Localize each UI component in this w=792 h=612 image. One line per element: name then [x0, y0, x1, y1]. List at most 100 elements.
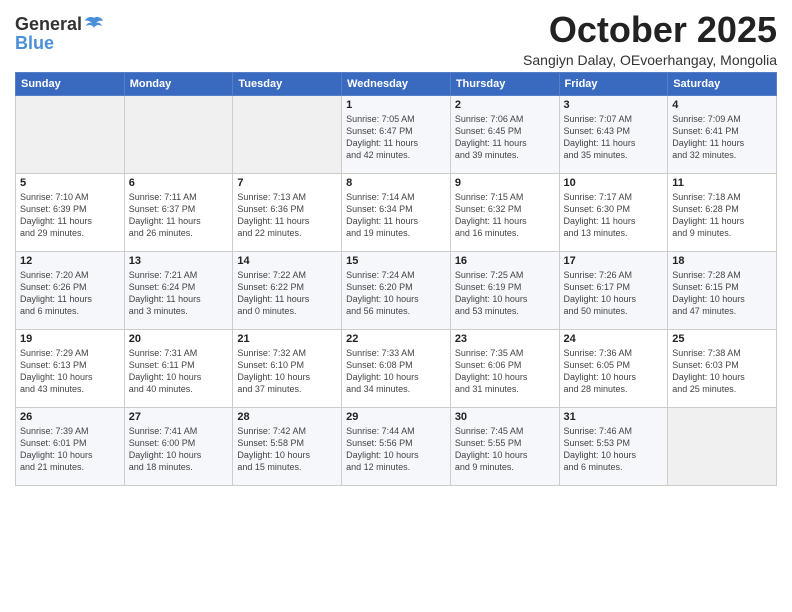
day-info: Sunrise: 7:29 AM Sunset: 6:13 PM Dayligh…: [20, 347, 120, 396]
calendar-cell: 21 Sunrise: 7:32 AM Sunset: 6:10 PM Dayli…: [233, 329, 342, 407]
day-number: 16: [455, 255, 555, 267]
day-info: Sunrise: 7:15 AM Sunset: 6:32 PM Dayligh…: [455, 191, 555, 240]
calendar-cell: 16 Sunrise: 7:25 AM Sunset: 6:19 PM Dayli…: [450, 251, 559, 329]
calendar-cell: [233, 95, 342, 173]
day-info: Sunrise: 7:32 AM Sunset: 6:10 PM Dayligh…: [237, 347, 337, 396]
weekday-header: Friday: [559, 72, 668, 95]
day-number: 14: [237, 255, 337, 267]
day-number: 12: [20, 255, 120, 267]
calendar-cell: 1 Sunrise: 7:05 AM Sunset: 6:47 PM Daylig…: [342, 95, 451, 173]
calendar-week-row: 26 Sunrise: 7:39 AM Sunset: 6:01 PM Dayli…: [16, 407, 777, 485]
day-info: Sunrise: 7:28 AM Sunset: 6:15 PM Dayligh…: [672, 269, 772, 318]
calendar-cell: [668, 407, 777, 485]
calendar-cell: 7 Sunrise: 7:13 AM Sunset: 6:36 PM Daylig…: [233, 173, 342, 251]
day-info: Sunrise: 7:42 AM Sunset: 5:58 PM Dayligh…: [237, 425, 337, 474]
calendar-cell: 29 Sunrise: 7:44 AM Sunset: 5:56 PM Dayli…: [342, 407, 451, 485]
day-number: 22: [346, 333, 446, 345]
calendar-cell: 3 Sunrise: 7:07 AM Sunset: 6:43 PM Daylig…: [559, 95, 668, 173]
day-info: Sunrise: 7:20 AM Sunset: 6:26 PM Dayligh…: [20, 269, 120, 318]
calendar-cell: 8Sunrise: 7:14 AM Sunset: 6:34 PM Daylig…: [342, 173, 451, 251]
day-number: 1: [346, 99, 446, 111]
weekday-header-row: SundayMondayTuesdayWednesdayThursdayFrid…: [16, 72, 777, 95]
calendar-cell: 28 Sunrise: 7:42 AM Sunset: 5:58 PM Dayli…: [233, 407, 342, 485]
day-number: 17: [564, 255, 664, 267]
calendar-cell: 18Sunrise: 7:28 AM Sunset: 6:15 PM Dayli…: [668, 251, 777, 329]
day-number: 27: [129, 411, 229, 423]
day-number: 15: [346, 255, 446, 267]
weekday-header: Tuesday: [233, 72, 342, 95]
day-info: Sunrise: 7:22 AM Sunset: 6:22 PM Dayligh…: [237, 269, 337, 318]
day-info: Sunrise: 7:35 AM Sunset: 6:06 PM Dayligh…: [455, 347, 555, 396]
weekday-header: Wednesday: [342, 72, 451, 95]
day-info: Sunrise: 7:13 AM Sunset: 6:36 PM Dayligh…: [237, 191, 337, 240]
calendar-cell: 20Sunrise: 7:31 AM Sunset: 6:11 PM Dayli…: [124, 329, 233, 407]
day-number: 23: [455, 333, 555, 345]
calendar-cell: 17 Sunrise: 7:26 AM Sunset: 6:17 PM Dayli…: [559, 251, 668, 329]
day-info: Sunrise: 7:18 AM Sunset: 6:28 PM Dayligh…: [672, 191, 772, 240]
day-info: Sunrise: 7:44 AM Sunset: 5:56 PM Dayligh…: [346, 425, 446, 474]
weekday-header: Sunday: [16, 72, 125, 95]
day-number: 29: [346, 411, 446, 423]
calendar-cell: 12 Sunrise: 7:20 AM Sunset: 6:26 PM Dayli…: [16, 251, 125, 329]
day-info: Sunrise: 7:24 AM Sunset: 6:20 PM Dayligh…: [346, 269, 446, 318]
location-subtitle: Sangiyn Dalay, OEvoerhangay, Mongolia: [523, 52, 777, 68]
day-number: 26: [20, 411, 120, 423]
calendar-cell: 14 Sunrise: 7:22 AM Sunset: 6:22 PM Dayli…: [233, 251, 342, 329]
calendar-cell: 25Sunrise: 7:38 AM Sunset: 6:03 PM Dayli…: [668, 329, 777, 407]
day-info: Sunrise: 7:46 AM Sunset: 5:53 PM Dayligh…: [564, 425, 664, 474]
day-info: Sunrise: 7:31 AM Sunset: 6:11 PM Dayligh…: [129, 347, 229, 396]
day-info: Sunrise: 7:07 AM Sunset: 6:43 PM Dayligh…: [564, 113, 664, 162]
calendar-cell: 24Sunrise: 7:36 AM Sunset: 6:05 PM Dayli…: [559, 329, 668, 407]
day-info: Sunrise: 7:26 AM Sunset: 6:17 PM Dayligh…: [564, 269, 664, 318]
day-info: Sunrise: 7:09 AM Sunset: 6:41 PM Dayligh…: [672, 113, 772, 162]
day-number: 21: [237, 333, 337, 345]
logo-general: General: [15, 14, 82, 35]
day-info: Sunrise: 7:38 AM Sunset: 6:03 PM Dayligh…: [672, 347, 772, 396]
day-info: Sunrise: 7:14 AM Sunset: 6:34 PM Dayligh…: [346, 191, 446, 240]
calendar-week-row: 12 Sunrise: 7:20 AM Sunset: 6:26 PM Dayli…: [16, 251, 777, 329]
calendar-cell: 26 Sunrise: 7:39 AM Sunset: 6:01 PM Dayli…: [16, 407, 125, 485]
day-number: 24: [564, 333, 664, 345]
day-number: 28: [237, 411, 337, 423]
calendar-week-row: 19 Sunrise: 7:29 AM Sunset: 6:13 PM Dayli…: [16, 329, 777, 407]
day-number: 6: [129, 177, 229, 189]
day-number: 9: [455, 177, 555, 189]
day-info: Sunrise: 7:11 AM Sunset: 6:37 PM Dayligh…: [129, 191, 229, 240]
calendar-table: SundayMondayTuesdayWednesdayThursdayFrid…: [15, 72, 777, 486]
header: General Blue October 2025 Sangiyn Dalay,…: [15, 10, 777, 68]
day-number: 30: [455, 411, 555, 423]
day-info: Sunrise: 7:05 AM Sunset: 6:47 PM Dayligh…: [346, 113, 446, 162]
calendar-cell: 11Sunrise: 7:18 AM Sunset: 6:28 PM Dayli…: [668, 173, 777, 251]
calendar-cell: 4Sunrise: 7:09 AM Sunset: 6:41 PM Daylig…: [668, 95, 777, 173]
calendar-week-row: 5Sunrise: 7:10 AM Sunset: 6:39 PM Daylig…: [16, 173, 777, 251]
calendar-cell: 23 Sunrise: 7:35 AM Sunset: 6:06 PM Dayli…: [450, 329, 559, 407]
weekday-header: Thursday: [450, 72, 559, 95]
weekday-header: Saturday: [668, 72, 777, 95]
day-info: Sunrise: 7:45 AM Sunset: 5:55 PM Dayligh…: [455, 425, 555, 474]
calendar-cell: 9 Sunrise: 7:15 AM Sunset: 6:32 PM Daylig…: [450, 173, 559, 251]
page-container: General Blue October 2025 Sangiyn Dalay,…: [0, 0, 792, 494]
weekday-header: Monday: [124, 72, 233, 95]
logo: General Blue: [15, 14, 104, 54]
day-info: Sunrise: 7:21 AM Sunset: 6:24 PM Dayligh…: [129, 269, 229, 318]
day-number: 13: [129, 255, 229, 267]
logo-blue: Blue: [15, 33, 104, 54]
day-number: 10: [564, 177, 664, 189]
day-info: Sunrise: 7:06 AM Sunset: 6:45 PM Dayligh…: [455, 113, 555, 162]
day-number: 2: [455, 99, 555, 111]
calendar-cell: 6 Sunrise: 7:11 AM Sunset: 6:37 PM Daylig…: [124, 173, 233, 251]
day-info: Sunrise: 7:17 AM Sunset: 6:30 PM Dayligh…: [564, 191, 664, 240]
calendar-cell: 10 Sunrise: 7:17 AM Sunset: 6:30 PM Dayli…: [559, 173, 668, 251]
calendar-cell: 2 Sunrise: 7:06 AM Sunset: 6:45 PM Daylig…: [450, 95, 559, 173]
day-info: Sunrise: 7:39 AM Sunset: 6:01 PM Dayligh…: [20, 425, 120, 474]
calendar-cell: 27 Sunrise: 7:41 AM Sunset: 6:00 PM Dayli…: [124, 407, 233, 485]
day-info: Sunrise: 7:41 AM Sunset: 6:00 PM Dayligh…: [129, 425, 229, 474]
day-number: 19: [20, 333, 120, 345]
day-info: Sunrise: 7:33 AM Sunset: 6:08 PM Dayligh…: [346, 347, 446, 396]
calendar-week-row: 1 Sunrise: 7:05 AM Sunset: 6:47 PM Daylig…: [16, 95, 777, 173]
day-number: 3: [564, 99, 664, 111]
day-number: 7: [237, 177, 337, 189]
logo-bird-icon: [84, 16, 104, 34]
day-info: Sunrise: 7:25 AM Sunset: 6:19 PM Dayligh…: [455, 269, 555, 318]
calendar-cell: 15 Sunrise: 7:24 AM Sunset: 6:20 PM Dayli…: [342, 251, 451, 329]
